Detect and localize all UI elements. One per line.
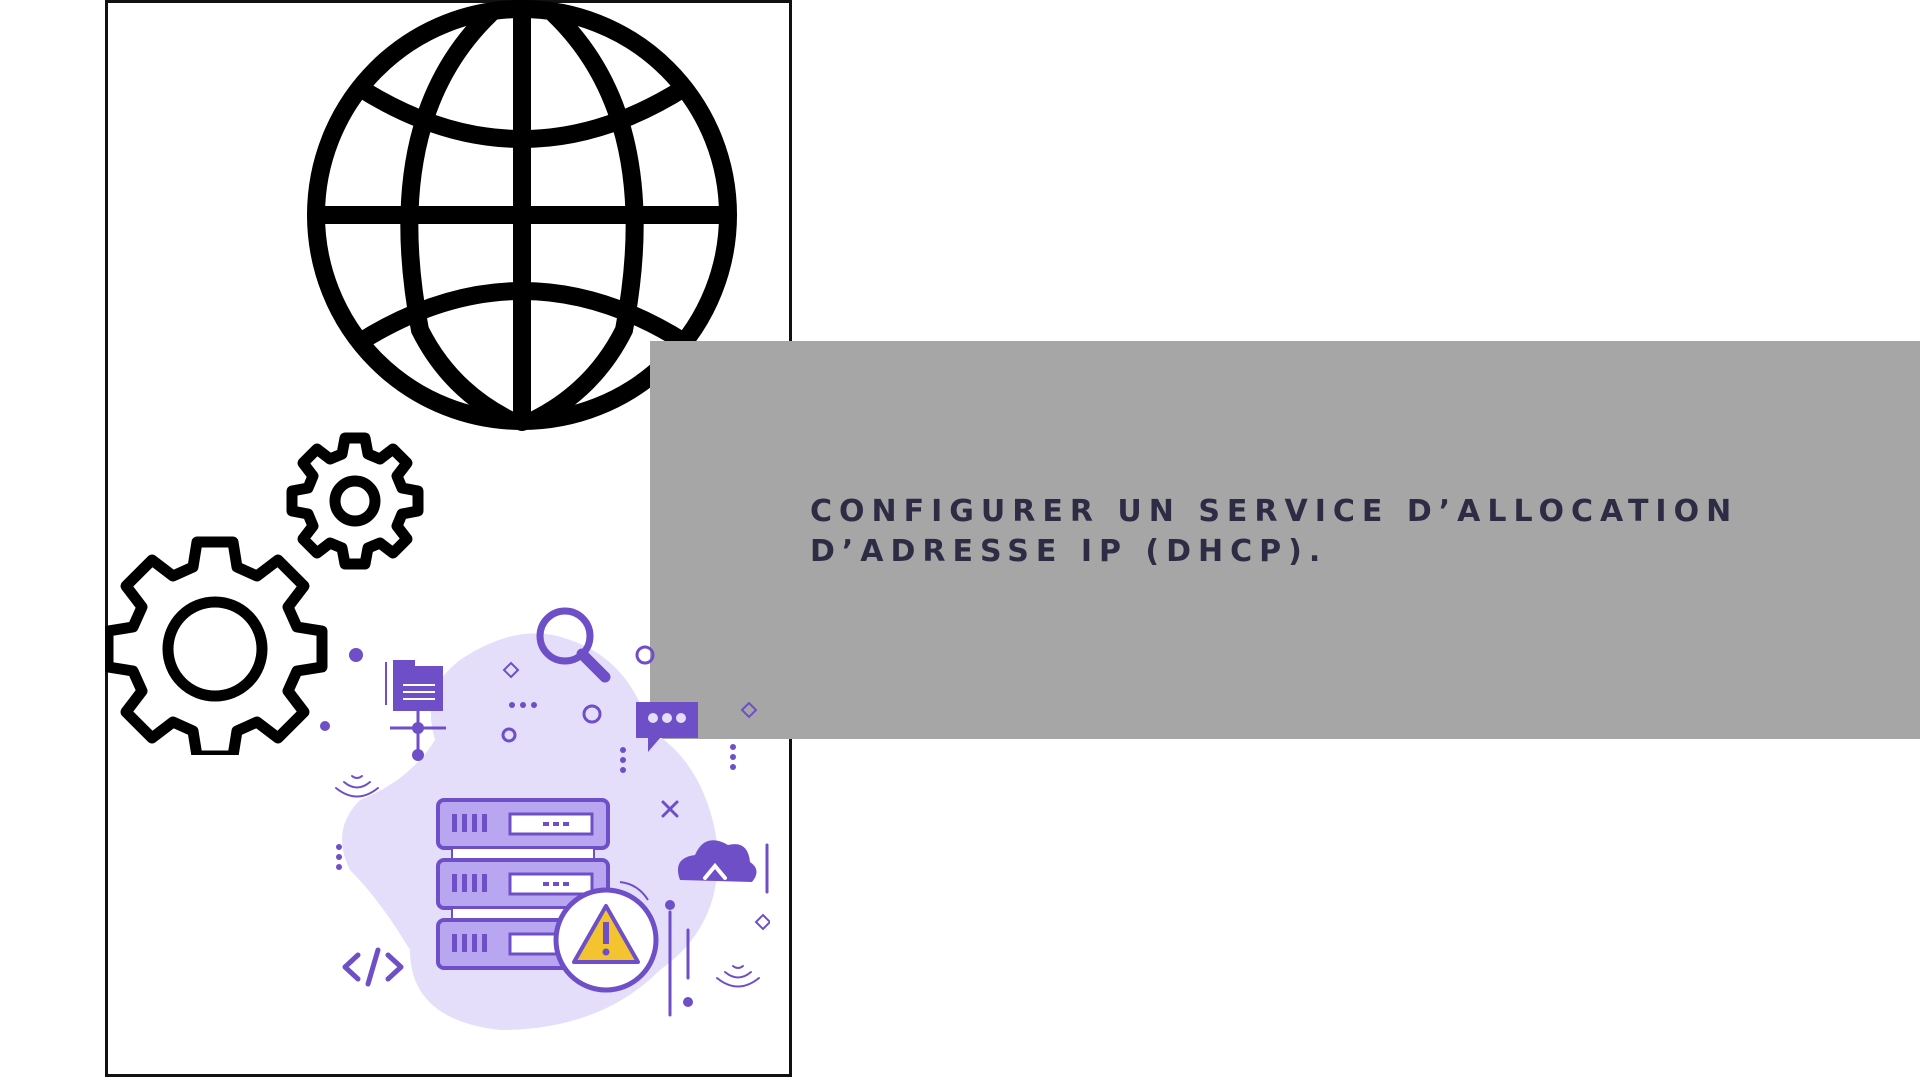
server-warning-illustration (320, 607, 770, 1030)
code-tag-icon (342, 947, 404, 987)
slide-title-line-1: CONFIGURER UN SERVICE D’ALLOCATION (810, 494, 1739, 529)
slide: CONFIGURER UN SERVICE D’ALLOCATION D’ADR… (0, 0, 1920, 1080)
slide-title-line-2: D’ADRESSE IP (DHCP). (810, 534, 1328, 569)
slide-title: CONFIGURER UN SERVICE D’ALLOCATION D’ADR… (810, 492, 1810, 572)
